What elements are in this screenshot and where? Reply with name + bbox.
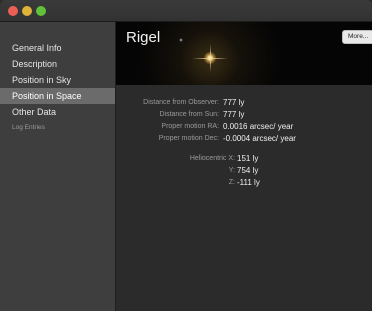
sidebar-item-general-info[interactable]: General Info — [0, 40, 115, 56]
detail-label: Distance from Sun: — [159, 111, 219, 118]
detail-row-heliocentric-x: Heliocentric X: 151 ly — [116, 153, 372, 165]
sidebar-item-position-in-sky[interactable]: Position in Sky — [0, 72, 115, 88]
more-button[interactable]: More... — [342, 30, 372, 44]
detail-value: 0.0016 arcsec/ year — [223, 122, 294, 131]
sidebar-nav: General Info Description Position in Sky… — [0, 22, 115, 136]
app-window: General Info Description Position in Sky… — [0, 0, 372, 311]
object-title: Rigel — [126, 29, 161, 46]
detail-row-distance-observer: Distance from Observer: 777 ly — [116, 97, 372, 109]
minimize-window-button[interactable] — [22, 6, 32, 16]
position-details: Distance from Observer: 777 ly Distance … — [116, 97, 372, 189]
sidebar-item-description[interactable]: Description — [0, 56, 115, 72]
zoom-window-button[interactable] — [36, 6, 46, 16]
detail-label: Z: — [228, 179, 235, 186]
detail-label: Distance from Observer: — [143, 99, 219, 106]
detail-label: Proper motion RA: — [161, 123, 219, 130]
detail-value: 777 ly — [223, 98, 245, 107]
detail-label: Y: — [228, 167, 235, 174]
detail-row-distance-sun: Distance from Sun: 777 ly — [116, 109, 372, 121]
close-window-button[interactable] — [8, 6, 18, 16]
small-star-icon — [179, 38, 183, 42]
detail-row-heliocentric-z: Z: -111 ly — [116, 177, 372, 189]
sidebar-item-log-entries[interactable]: Log Entries — [0, 120, 115, 136]
sidebar-item-other-data[interactable]: Other Data — [0, 104, 115, 120]
object-header: Rigel More... — [116, 22, 372, 85]
detail-value: -0.0004 arcsec/ year — [223, 134, 296, 143]
sidebar: General Info Description Position in Sky… — [0, 22, 116, 311]
detail-label: Proper motion Dec: — [158, 135, 219, 142]
detail-row-heliocentric-y: Y: 754 ly — [116, 165, 372, 177]
detail-label: Heliocentric X: — [189, 155, 235, 162]
detail-value: 151 ly — [237, 154, 259, 163]
detail-row-proper-motion-dec: Proper motion Dec: -0.0004 arcsec/ year — [116, 133, 372, 145]
detail-pane: Rigel More... Distance from Observer: 77… — [116, 22, 372, 311]
detail-row-proper-motion-ra: Proper motion RA: 0.0016 arcsec/ year — [116, 121, 372, 133]
star-image — [204, 52, 216, 64]
detail-value: -111 ly — [237, 178, 260, 187]
detail-value: 754 ly — [237, 166, 259, 175]
detail-value: 777 ly — [223, 110, 245, 119]
title-bar — [0, 0, 372, 22]
sidebar-item-position-in-space[interactable]: Position in Space — [0, 88, 115, 104]
